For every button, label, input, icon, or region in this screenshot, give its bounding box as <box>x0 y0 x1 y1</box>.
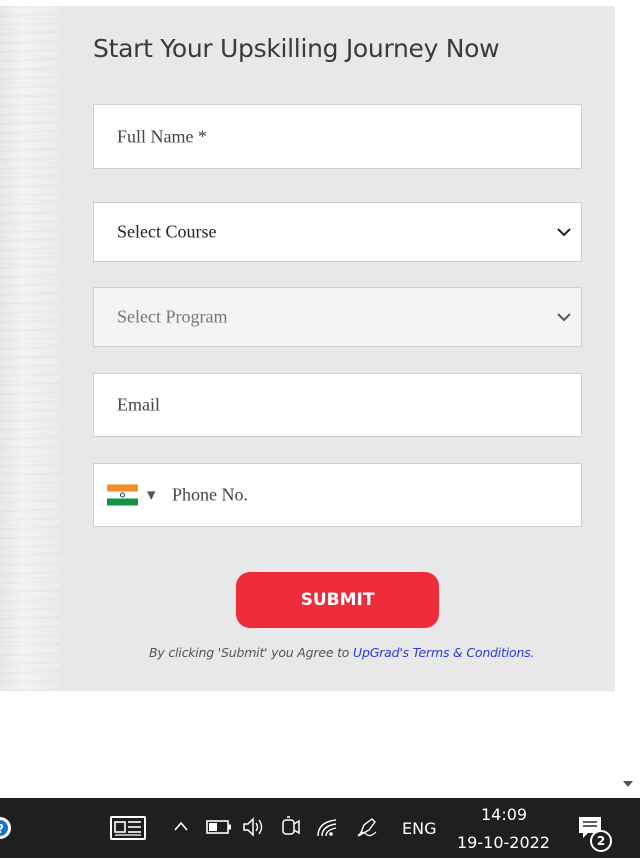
caret-down-icon[interactable]: ▼ <box>147 489 155 502</box>
phone-placeholder: Phone No. <box>172 484 248 505</box>
pen-icon[interactable] <box>356 816 380 838</box>
windows-taskbar: ? ENG 14:09 <box>0 798 640 858</box>
page-scrollbar[interactable] <box>615 0 640 798</box>
browser-page: Start Your Upskilling Journey Now Full N… <box>0 0 615 798</box>
chevron-up-icon[interactable] <box>173 820 189 832</box>
consent-prefix: By clicking 'Submit' you Agree to <box>149 645 354 660</box>
program-select-value: Select Program <box>117 306 228 327</box>
volume-icon[interactable] <box>242 816 266 838</box>
terms-link[interactable]: UpGrad's Terms & Conditions <box>353 645 531 660</box>
chevron-down-icon <box>557 228 571 237</box>
svg-text:?: ? <box>0 822 4 836</box>
course-select-value: Select Course <box>117 221 217 242</box>
full-name-input[interactable]: Full Name * <box>93 104 582 169</box>
camera-icon[interactable] <box>281 815 301 839</box>
notification-count-badge[interactable]: 2 <box>590 830 612 852</box>
battery-icon[interactable] <box>206 820 232 834</box>
news-icon[interactable] <box>110 816 146 840</box>
email-placeholder: Email <box>117 394 160 415</box>
background-image <box>0 6 60 691</box>
clock-time[interactable]: 14:09 <box>481 805 527 824</box>
consent-suffix: . <box>530 645 535 660</box>
program-select[interactable]: Select Program <box>93 287 582 347</box>
consent-text: By clicking 'Submit' you Agree to UpGrad… <box>149 645 534 660</box>
language-indicator[interactable]: ENG <box>402 819 436 838</box>
full-name-placeholder: Full Name * <box>117 126 207 146</box>
email-input[interactable]: Email <box>93 373 582 437</box>
india-flag-icon[interactable] <box>107 484 138 506</box>
course-select[interactable]: Select Course <box>93 202 582 262</box>
phone-input[interactable]: ▼ Phone No. <box>93 463 582 527</box>
scroll-down-arrow-icon[interactable] <box>622 779 634 789</box>
edge-icon[interactable]: ? <box>0 815 14 841</box>
submit-button[interactable]: SUBMIT <box>236 572 439 628</box>
form-title: Start Your Upskilling Journey Now <box>93 34 500 63</box>
clock-date[interactable]: 19-10-2022 <box>457 833 550 852</box>
wifi-icon[interactable] <box>316 818 340 838</box>
chevron-down-icon <box>557 313 571 322</box>
